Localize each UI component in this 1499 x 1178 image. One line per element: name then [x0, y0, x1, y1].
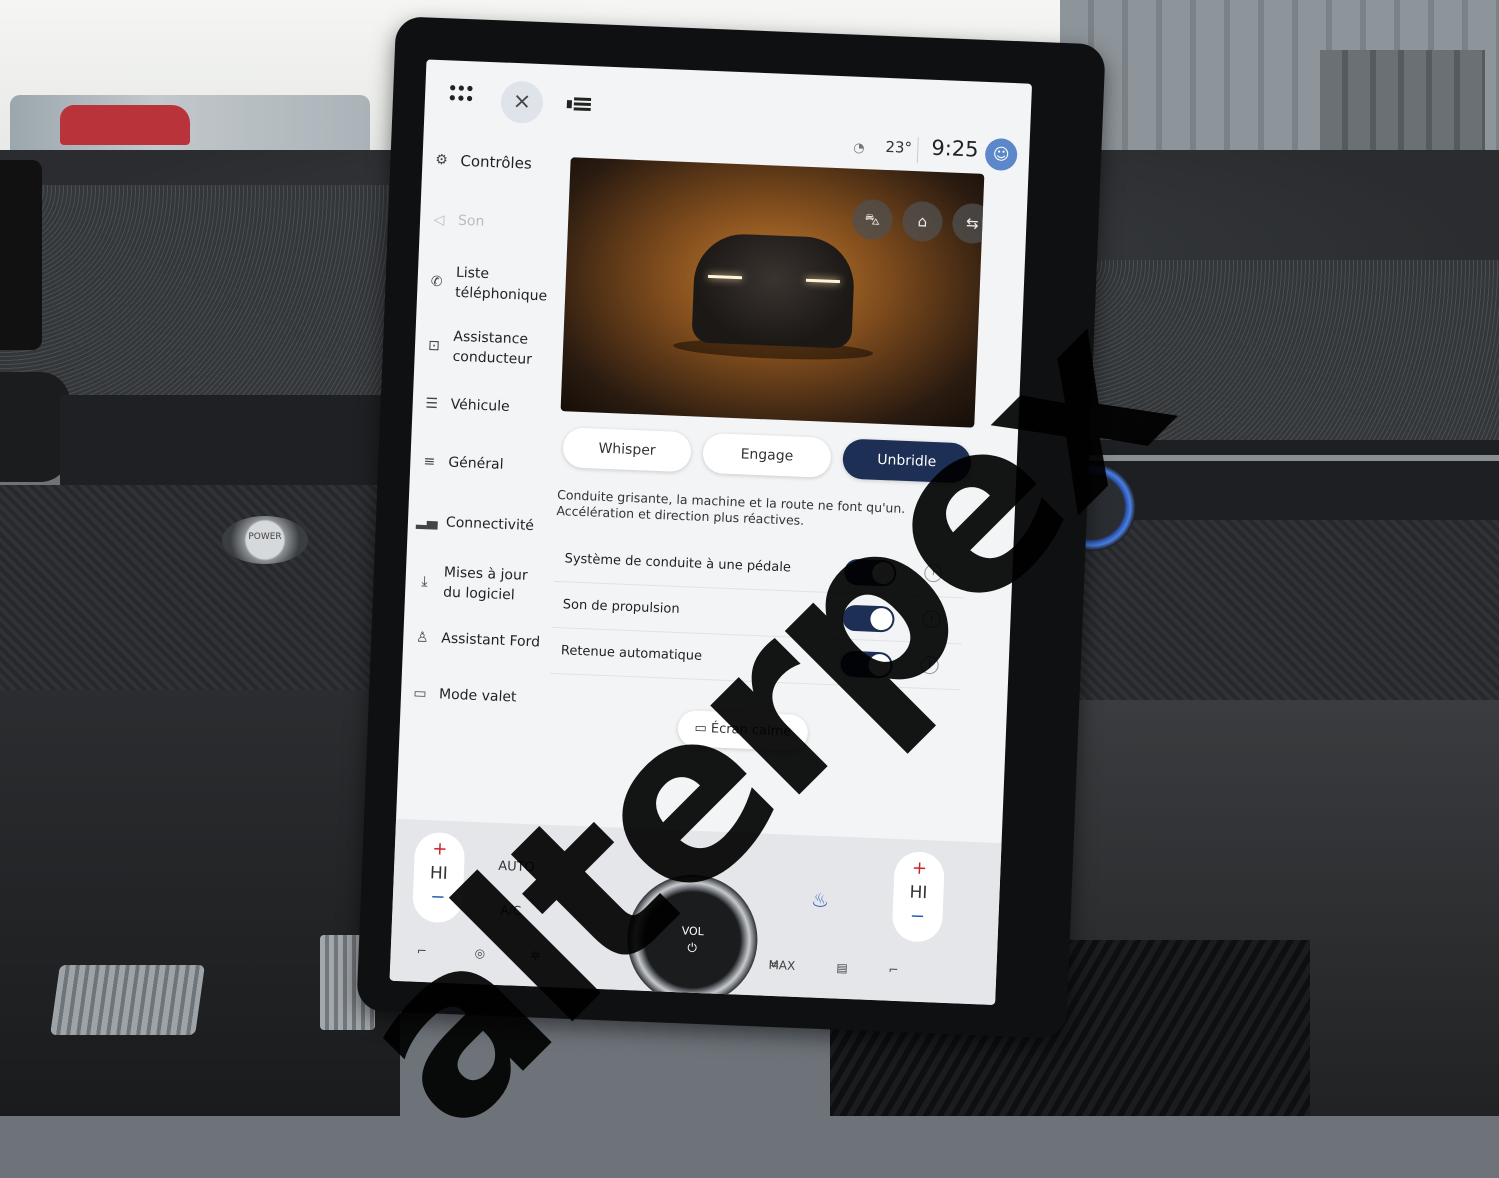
sidebar-item-label: Liste téléphonique [454, 264, 548, 305]
dashboard-left-panel [0, 185, 390, 395]
valet-icon: ▭ [413, 685, 428, 702]
red-car [60, 105, 190, 145]
speaker-icon: ◁ [433, 211, 445, 229]
sidebar-item-connectivity[interactable]: ▂▄ Connectivité [408, 511, 549, 537]
temp-up-icon[interactable]: + [894, 857, 945, 881]
clock: 9:25 [930, 135, 980, 162]
driver-assist-icon: ⊡ [427, 337, 441, 355]
sidebar-item-driver-assist[interactable]: ⊡ Assistance conducteur [414, 325, 555, 371]
assistant-icon: ♙ [415, 629, 429, 646]
sidebar-item-label: Contrôles [460, 151, 533, 173]
sliders-icon: ≡ [423, 453, 436, 471]
car-silhouette [691, 232, 856, 349]
car-view-icon[interactable]: ⛍ [851, 198, 894, 241]
sidebar-item-controles[interactable]: ⚙ Contrôles [422, 149, 563, 175]
phone-icon: ✆ [430, 273, 443, 291]
controls-icon: ⚙ [434, 151, 449, 169]
sidebar-item-label: Général [448, 454, 504, 473]
vehicle-icon: ☰ [425, 395, 439, 413]
apps-grid-icon[interactable]: ••• ••• [447, 78, 474, 110]
download-icon: ⤓ [421, 573, 428, 590]
user-icon: ☺ [992, 144, 1010, 164]
power-button-label: POWER [248, 532, 282, 542]
rear-defrost-icon[interactable]: ▤ [836, 961, 848, 975]
passenger-temp-value: HI [909, 882, 928, 904]
side-view-icon[interactable]: ⇆ [951, 202, 985, 245]
sidebar-item-label: Mises à jour du logiciel [442, 564, 528, 604]
sidebar-item-label: Véhicule [450, 396, 510, 416]
sidebar-item-general[interactable]: ≡ Général [410, 451, 551, 477]
close-button[interactable]: × [500, 80, 544, 125]
toggle-label: Son de propulsion [562, 597, 680, 617]
instrument-cluster [0, 160, 42, 350]
sidebar-item-label: Assistance conducteur [452, 328, 533, 368]
settings-sidebar: ⚙ Contrôles ◁ Son ✆ Liste téléphonique ⊡… [397, 149, 563, 794]
max-defrost-button[interactable]: MAX ♒ [768, 958, 795, 973]
wifi-icon: ◔ [853, 140, 865, 157]
defrost-icon[interactable]: ♨ [811, 888, 830, 913]
passenger-temp-control[interactable]: + HI − [891, 850, 946, 943]
sidebar-item-son[interactable]: ◁ Son [420, 209, 561, 235]
sidebar-item-valet-mode[interactable]: ▭ Mode valet [401, 683, 542, 709]
mode-engage-button[interactable]: Engage [702, 432, 832, 478]
sidebar-item-label: Connectivité [445, 514, 535, 535]
sidebar-item-label: Son [457, 212, 485, 230]
temp-down-icon[interactable]: − [892, 905, 943, 929]
max-label: MAX [768, 957, 796, 973]
lower-dash-left [0, 690, 400, 1116]
sidebar-item-ford-assistant[interactable]: ♙ Assistant Ford [403, 627, 544, 653]
seat-view-icon[interactable]: ⌂ [901, 200, 944, 243]
media-icon[interactable] [566, 97, 592, 112]
power-button[interactable]: POWER [222, 516, 308, 564]
sidebar-item-vehicle[interactable]: ☰ Véhicule [412, 393, 553, 419]
carbon-trim-left [0, 485, 390, 695]
outside-temperature: 23° [885, 137, 913, 157]
left-air-vent [60, 395, 390, 485]
status-divider [916, 137, 919, 164]
signal-icon: ▂▄ [415, 513, 439, 531]
top-bar: ••• ••• × ◔ 23° 9:25 ☺ [423, 59, 1032, 172]
profile-button[interactable]: ☺ [984, 137, 1018, 172]
sidebar-item-phone-list[interactable]: ✆ Liste téléphonique [417, 261, 558, 307]
brake-pedal [50, 965, 205, 1035]
sidebar-item-label: Mode valet [438, 686, 517, 706]
sidebar-item-label: Assistant Ford [440, 630, 541, 651]
mode-whisper-button[interactable]: Whisper [562, 427, 692, 473]
sidebar-item-software-updates[interactable]: ⤓ Mises à jour du logiciel [405, 561, 546, 607]
passenger-seat-icon[interactable]: ⌐ [888, 963, 899, 977]
